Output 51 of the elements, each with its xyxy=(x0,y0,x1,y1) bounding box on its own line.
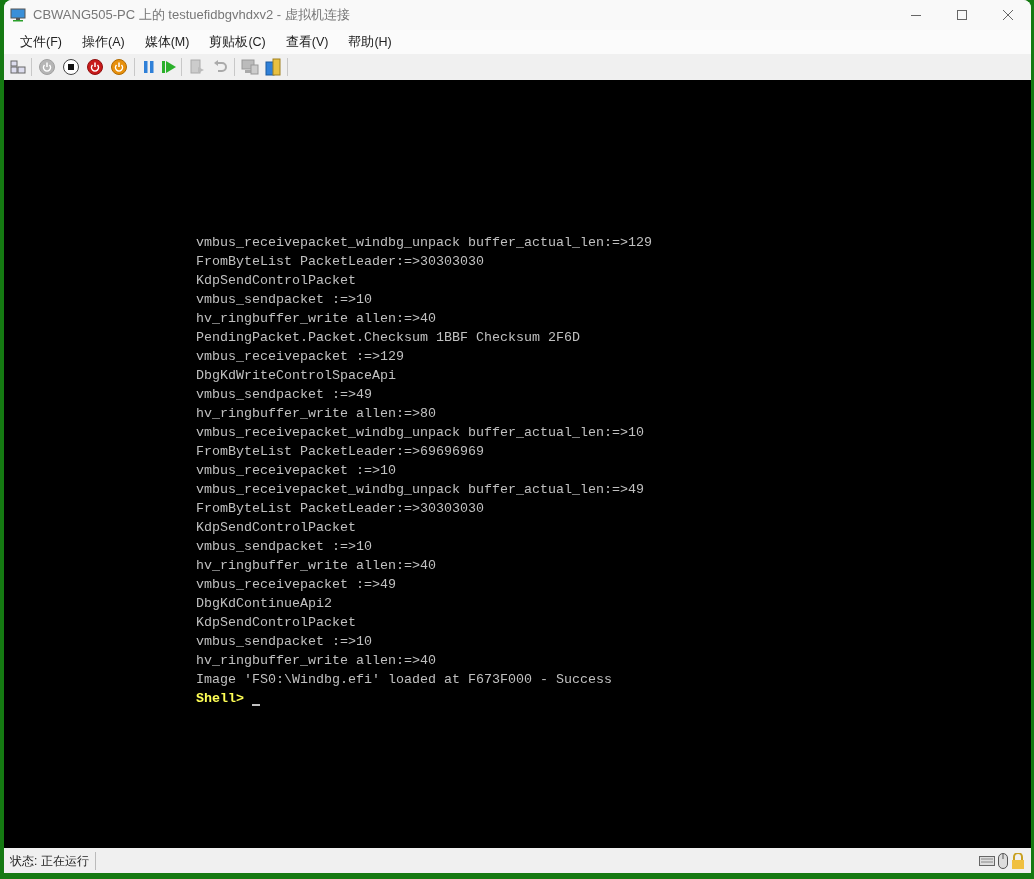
console-line: PendingPacket.Packet.Checksum 1BBF Checksum 2F6D xyxy=(196,329,580,347)
console-line: vmbus_receivepacket_windbg_unpack buffer_actual_len:=>129 xyxy=(196,234,652,252)
keyboard-icon xyxy=(979,855,995,866)
console-line: DbgKdContinueApi2 xyxy=(196,595,332,613)
pause-icon[interactable] xyxy=(143,61,155,73)
menu-item[interactable]: 操作(A) xyxy=(71,30,135,54)
window-layout-icon[interactable] xyxy=(10,60,26,74)
power-icon[interactable] xyxy=(87,59,103,75)
text-cursor xyxy=(252,704,260,706)
console-line: vmbus_receivepacket :=>10 xyxy=(196,462,396,480)
console-line: vmbus_receivepacket :=>49 xyxy=(196,576,396,594)
computer-icon[interactable] xyxy=(241,59,259,75)
menu-item[interactable]: 帮助(H) xyxy=(338,30,402,54)
console-line: FromByteList PacketLeader:=>30303030 xyxy=(196,500,484,518)
stop-icon[interactable] xyxy=(63,59,79,75)
console-line: vmbus_receivepacket_windbg_unpack buffer_actual_len:=>49 xyxy=(196,481,644,499)
console-line: DbgKdWriteControlSpaceApi xyxy=(196,367,396,385)
console-line: KdpSendControlPacket xyxy=(196,272,356,290)
play-icon[interactable] xyxy=(162,61,176,73)
menu-item[interactable]: 剪贴板(C) xyxy=(199,30,276,54)
maximize-icon xyxy=(957,10,967,20)
console-line: KdpSendControlPacket xyxy=(196,519,356,537)
console-line: vmbus_receivepacket_windbg_unpack buffer_actual_len:=>10 xyxy=(196,424,644,442)
menu-item[interactable]: 文件(F) xyxy=(10,30,72,54)
console-line: vmbus_sendpacket :=>10 xyxy=(196,633,372,651)
console-line: FromByteList PacketLeader:=>69696969 xyxy=(196,443,484,461)
console-line: vmbus_sendpacket :=>49 xyxy=(196,386,372,404)
lock-icon xyxy=(1011,852,1025,869)
server-icon[interactable] xyxy=(265,58,281,76)
power-icon[interactable] xyxy=(111,59,127,75)
mouse-icon xyxy=(998,852,1008,869)
console-line: KdpSendControlPacket xyxy=(196,614,356,632)
menu-item[interactable]: 媒体(M) xyxy=(134,30,200,54)
console-line: FromByteList PacketLeader:=>30303030 xyxy=(196,253,484,271)
monitor-icon xyxy=(10,8,26,22)
console-line: vmbus_sendpacket :=>10 xyxy=(196,291,372,309)
undo-icon[interactable] xyxy=(213,60,227,74)
console-line: hv_ringbuffer_write allen:=>40 xyxy=(196,652,436,670)
console-line: vmbus_sendpacket :=>10 xyxy=(196,538,372,556)
document-icon[interactable] xyxy=(189,59,205,75)
window-title: CBWANG505-PC 上的 testuefidbgvhdxv2 - 虚拟机连接 xyxy=(33,6,350,25)
console-line: hv_ringbuffer_write allen:=>40 xyxy=(196,557,436,575)
minimize-icon xyxy=(911,14,921,16)
menu-item[interactable]: 查看(V) xyxy=(275,30,339,54)
console-line: hv_ringbuffer_write allen:=>80 xyxy=(196,405,436,423)
close-icon xyxy=(1003,10,1013,20)
status-text: 状态: 正在运行 xyxy=(4,851,96,870)
console-line: hv_ringbuffer_write allen:=>40 xyxy=(196,310,436,328)
shell-prompt: Shell> xyxy=(196,690,244,708)
console-line: Image 'FS0:\Windbg.efi' loaded at F673F000 - Success xyxy=(196,671,612,689)
console-line: vmbus_receivepacket :=>129 xyxy=(196,348,404,366)
